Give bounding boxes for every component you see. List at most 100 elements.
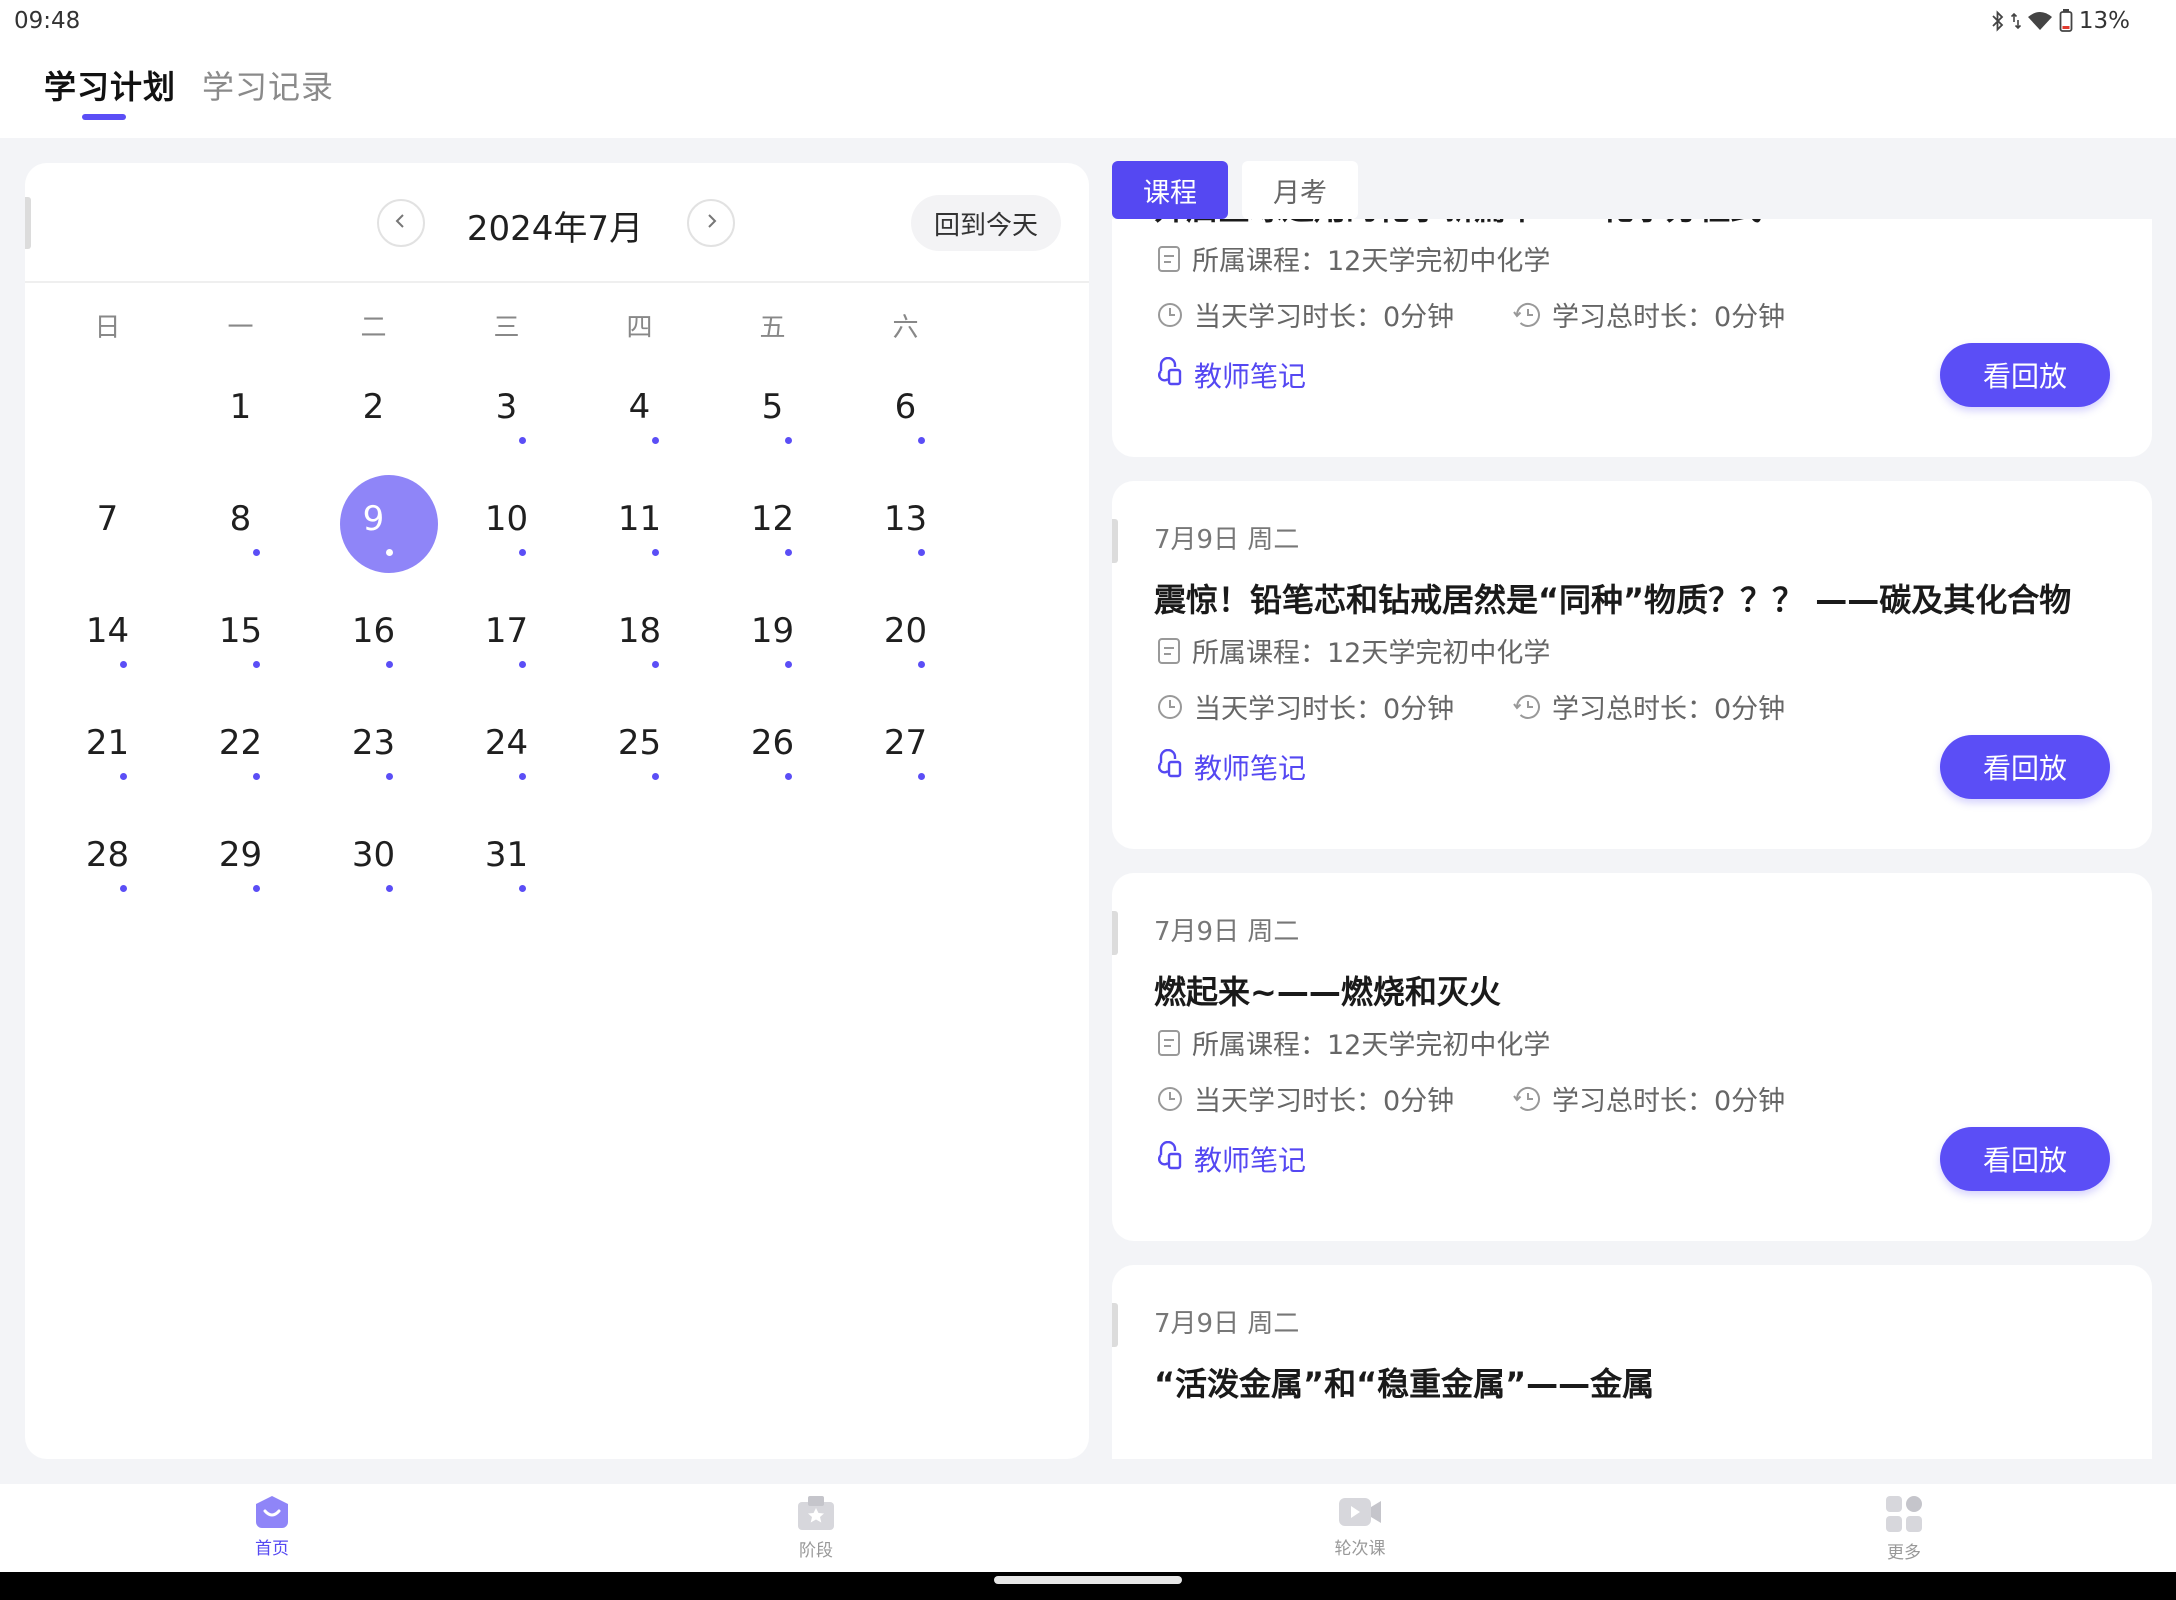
- calendar-day[interactable]: 15: [158, 583, 291, 695]
- lesson-card: 7月9日 周二 燃起来~——燃烧和灭火 所属课程：12天学完初中化学 当天学习时…: [1112, 873, 2152, 1241]
- calendar-day[interactable]: 14: [25, 583, 158, 695]
- calendar-day-number: 31: [484, 835, 529, 875]
- nav-rounds[interactable]: 轮次课: [1260, 1494, 1460, 1570]
- calendar-day[interactable]: 24: [424, 695, 557, 807]
- study-indicator-dot: [386, 549, 393, 556]
- lesson-title[interactable]: 开启全球通用的化学新篇章——化学方程式: [1154, 219, 1762, 229]
- card-edge-marker: [1112, 519, 1118, 563]
- nav-stage[interactable]: 阶段: [716, 1494, 916, 1570]
- total-study-time-text: 学习总时长：0分钟: [1552, 302, 1786, 333]
- total-study-time: 学习总时长：0分钟: [1512, 295, 1785, 334]
- calendar-day-number: 12: [750, 499, 795, 539]
- weekday-label: 五: [759, 313, 786, 343]
- lesson-title[interactable]: “活泼金属”和“稳重金属”——金属: [1154, 1359, 1654, 1405]
- calendar-day[interactable]: 27: [823, 695, 956, 807]
- calendar-day-number: 2: [362, 387, 385, 427]
- calendar-day-number: 23: [351, 723, 396, 763]
- weekday-label: 六: [892, 313, 919, 343]
- calendar-day-selected[interactable]: 9: [291, 471, 438, 583]
- next-month-button[interactable]: [687, 199, 735, 247]
- calendar-panel: 2024年7月 回到今天 日一二三四五六 1 2 3 4 5 6 7 8 9 10 11 12 13 14…: [25, 163, 1089, 1459]
- calendar-day-number: 28: [85, 835, 130, 875]
- study-indicator-dot: [785, 773, 792, 780]
- calendar-day[interactable]: 22: [158, 695, 291, 807]
- calendar-day[interactable]: 3: [424, 359, 557, 471]
- calendar-day[interactable]: 5: [690, 359, 823, 471]
- calendar-day[interactable]: 7: [25, 471, 158, 583]
- weekday-label: 一: [227, 313, 254, 343]
- calendar-month-title: 2024年7月: [466, 209, 644, 249]
- more-grid-icon: [1804, 1494, 2004, 1534]
- calendar-day[interactable]: 6: [823, 359, 956, 471]
- study-indicator-dot: [785, 437, 792, 444]
- calendar-day[interactable]: 11: [557, 471, 690, 583]
- tab-study-plan[interactable]: 学习计划: [44, 62, 176, 108]
- calendar-day-number: 26: [750, 723, 795, 763]
- lesson-title[interactable]: 震惊！铅笔芯和钻戒居然是“同种”物质？？？ ——碳及其化合物: [1154, 575, 2071, 621]
- calendar-day[interactable]: 20: [823, 583, 956, 695]
- weekday-label: 日: [94, 313, 121, 343]
- calendar-day[interactable]: 29: [158, 807, 291, 919]
- calendar-day-number: 3: [495, 387, 518, 427]
- nav-stage-label: 阶段: [799, 1541, 833, 1561]
- nav-home-label: 首页: [255, 1539, 289, 1559]
- calendar-day[interactable]: 25: [557, 695, 690, 807]
- calendar-day[interactable]: 13: [823, 471, 956, 583]
- calendar-day[interactable]: 28: [25, 807, 158, 919]
- calendar-day[interactable]: 18: [557, 583, 690, 695]
- calendar-day[interactable]: 2: [291, 359, 424, 471]
- calendar-day-number: 20: [883, 611, 928, 651]
- calendar-day[interactable]: 17: [424, 583, 557, 695]
- calendar-day[interactable]: 19: [690, 583, 823, 695]
- watch-replay-button[interactable]: 看回放: [1940, 343, 2110, 407]
- lesson-title[interactable]: 燃起来~——燃烧和灭火: [1154, 967, 1501, 1013]
- teacher-notes-label: 教师笔记: [1194, 1144, 1307, 1177]
- calendar-day[interactable]: 1: [158, 359, 291, 471]
- prev-month-button[interactable]: [377, 199, 425, 247]
- calendar-day[interactable]: 30: [291, 807, 424, 919]
- tab-study-record[interactable]: 学习记录: [202, 62, 334, 108]
- back-to-today-button[interactable]: 回到今天: [911, 195, 1061, 251]
- nav-home[interactable]: 首页: [172, 1494, 372, 1570]
- clock-icon: [1156, 1085, 1184, 1113]
- day-study-time: 当天学习时长：0分钟: [1156, 1079, 1454, 1118]
- calendar-day-number: 21: [85, 723, 130, 763]
- notes-icon: [1156, 356, 1184, 394]
- study-indicator-dot: [253, 885, 260, 892]
- course-info: 所属课程：12天学完初中化学: [1156, 239, 1550, 278]
- calendar-day[interactable]: 10: [424, 471, 557, 583]
- teacher-notes-link[interactable]: 教师笔记: [1156, 355, 1306, 395]
- day-study-time-text: 当天学习时长：0分钟: [1194, 1086, 1455, 1117]
- total-study-time: 学习总时长：0分钟: [1512, 687, 1785, 726]
- nav-more[interactable]: 更多: [1804, 1494, 2004, 1570]
- calendar-day[interactable]: 12: [690, 471, 823, 583]
- document-icon: [1156, 637, 1182, 665]
- calendar-day-number: 19: [750, 611, 795, 651]
- calendar-day[interactable]: 4: [557, 359, 690, 471]
- study-indicator-dot: [253, 773, 260, 780]
- home-icon: [172, 1494, 372, 1530]
- calendar-day[interactable]: 8: [158, 471, 291, 583]
- teacher-notes-link[interactable]: 教师笔记: [1156, 747, 1306, 787]
- teacher-notes-label: 教师笔记: [1194, 360, 1307, 393]
- study-indicator-dot: [120, 773, 127, 780]
- tab-courses[interactable]: 课程: [1112, 161, 1228, 219]
- watch-replay-button[interactable]: 看回放: [1940, 735, 2110, 799]
- home-gesture-handle[interactable]: [994, 1576, 1182, 1584]
- calendar-day-number: 13: [883, 499, 928, 539]
- day-study-time: 当天学习时长：0分钟: [1156, 687, 1454, 726]
- course-info: 所属课程：12天学完初中化学: [1156, 631, 1550, 670]
- calendar-day[interactable]: 31: [424, 807, 557, 919]
- teacher-notes-link[interactable]: 教师笔记: [1156, 1139, 1306, 1179]
- calendar-day[interactable]: 16: [291, 583, 424, 695]
- study-indicator-dot: [918, 549, 925, 556]
- history-icon: [1512, 693, 1542, 721]
- lesson-list[interactable]: 开启全球通用的化学新篇章——化学方程式 所属课程：12天学完初中化学 当天学习时…: [1112, 219, 2152, 1459]
- calendar-day[interactable]: 23: [291, 695, 424, 807]
- calendar-day[interactable]: 26: [690, 695, 823, 807]
- tab-monthly-exam[interactable]: 月考: [1242, 161, 1358, 219]
- chevron-left-icon: [392, 212, 410, 234]
- calendar-day[interactable]: 21: [25, 695, 158, 807]
- watch-replay-button[interactable]: 看回放: [1940, 1127, 2110, 1191]
- study-indicator-dot: [120, 661, 127, 668]
